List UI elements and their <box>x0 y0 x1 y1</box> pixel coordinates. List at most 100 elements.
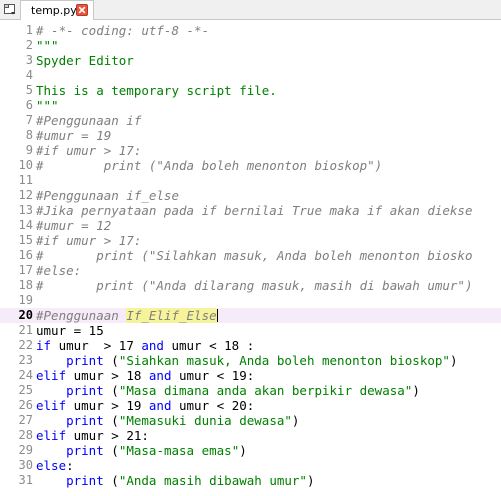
code-token-comment: #Penggunaan if <box>36 113 142 128</box>
code-line[interactable]: 17 #else: <box>0 263 501 278</box>
code-line[interactable]: 5 This is a temporary script file. <box>0 83 501 98</box>
code-line[interactable]: 25 print ("Masa dimana anda akan berpiki… <box>0 383 501 398</box>
text-cursor <box>216 309 218 322</box>
code-line[interactable]: 21 umur = 15 <box>0 323 501 338</box>
code-token-keyword: print <box>66 473 104 488</box>
code-token-plain: ( <box>103 383 119 398</box>
code-line[interactable]: 29 print ("Masa-masa emas") <box>0 443 501 458</box>
code-line[interactable]: 28 elif umur > 21: <box>0 428 501 443</box>
code-text: elif umur > 21: <box>36 428 149 443</box>
code-token-plain: ) <box>449 353 458 368</box>
code-line[interactable]: 26 elif umur > 19 and umur < 20: <box>0 398 501 413</box>
code-text: #umur = 12 <box>36 218 111 233</box>
code-line[interactable]: 19 <box>0 293 501 308</box>
line-number: 1 <box>25 23 33 37</box>
code-token-plain: umur < 20: <box>171 398 255 413</box>
line-number: 10 <box>18 158 33 172</box>
line-number: 28 <box>18 428 33 442</box>
code-line[interactable]: 30 else: <box>0 458 501 473</box>
code-token-keyword: print <box>66 413 104 428</box>
code-token-keyword: and <box>148 368 172 383</box>
code-line[interactable]: 18 # print ("Anda dilarang masuk, masih d… <box>0 278 501 293</box>
code-line[interactable]: 31 print ("Anda masih dibawah umur") <box>0 473 501 488</box>
code-token-plain: : <box>66 458 74 473</box>
line-number: 26 <box>18 398 33 412</box>
line-number: 24 <box>18 368 33 382</box>
line-number: 21 <box>18 323 33 337</box>
line-number: 30 <box>18 458 33 472</box>
code-token-comment: #else: <box>36 263 82 278</box>
code-token-plain: umur > 19 <box>66 398 149 413</box>
code-text: # print ("Silahkan masuk, Anda boleh men… <box>36 248 473 263</box>
code-token-keyword: elif <box>36 398 67 413</box>
code-token-keyword: and <box>141 338 164 353</box>
code-token-keyword: else <box>36 458 67 473</box>
code-line[interactable]: 20 #Penggunaan If_Elif_Else <box>0 308 501 323</box>
line-number: 5 <box>25 83 33 97</box>
code-text: print ("Masa dimana anda akan berpikir d… <box>36 383 420 398</box>
line-number: 15 <box>18 233 33 247</box>
code-token-keyword: print <box>66 383 104 398</box>
code-token-string: This is a temporary script file. <box>36 83 277 98</box>
code-text: #Jika pernyataan pada if bernilai True m… <box>36 203 473 218</box>
line-number: 31 <box>18 473 33 487</box>
code-token-comment: # print ("Anda dilarang masuk, masih di … <box>36 278 473 293</box>
code-line[interactable]: 13 #Jika pernyataan pada if bernilai True… <box>0 203 501 218</box>
code-line[interactable]: 4 <box>0 68 501 83</box>
code-text: Spyder Editor <box>36 53 134 68</box>
browse-tabs-icon[interactable] <box>0 0 20 19</box>
code-token-string: """ <box>36 38 59 53</box>
code-text: #Penggunaan if <box>36 113 141 128</box>
code-line[interactable]: 24 elif umur > 18 and umur < 19: <box>0 368 501 383</box>
code-line[interactable]: 14 #umur = 12 <box>0 218 501 233</box>
code-line[interactable]: 2 """ <box>0 38 501 53</box>
tab-filename: temp.py <box>31 4 77 17</box>
code-text: """ <box>36 98 59 113</box>
code-line[interactable]: 7 #Penggunaan if <box>0 113 501 128</box>
code-text: # print ("Anda boleh menonton bioskop") <box>36 158 382 173</box>
code-line[interactable]: 12 #Penggunaan if_else <box>0 188 501 203</box>
close-tab-icon[interactable] <box>76 4 88 16</box>
code-text: #else: <box>36 263 81 278</box>
code-text: #Penggunaan if_else <box>36 188 179 203</box>
code-text: # -*- coding: utf-8 -*- <box>36 23 209 38</box>
code-area[interactable]: 1 # -*- coding: utf-8 -*- 2 """ 3 Spyder Edit… <box>0 23 501 488</box>
code-token-string: "Siahkan masuk, Anda boleh menonton bios… <box>118 353 450 368</box>
line-number: 11 <box>18 173 33 187</box>
line-number: 18 <box>18 278 33 292</box>
code-text: elif umur > 18 and umur < 19: <box>36 368 254 383</box>
code-text: This is a temporary script file. <box>36 83 277 98</box>
code-line[interactable]: 8 #umur = 19 <box>0 128 501 143</box>
code-line[interactable]: 27 print ("Memasuki dunia dewasa") <box>0 413 501 428</box>
code-line[interactable]: 23 print ("Siahkan masuk, Anda boleh men… <box>0 353 501 368</box>
line-number: 7 <box>25 113 33 127</box>
code-token-comment: #Penggunaan <box>36 308 127 323</box>
code-token-plain: ) <box>412 383 420 398</box>
code-line[interactable]: 22 if umur > 17 and umur < 18 : <box>0 338 501 353</box>
code-line[interactable]: 11 <box>0 173 501 188</box>
code-line[interactable]: 6 """ <box>0 98 501 113</box>
code-token-string: "Masa-masa emas" <box>118 443 240 458</box>
line-number: 23 <box>18 353 33 367</box>
code-token-comment: # -*- coding: utf-8 -*- <box>36 23 210 38</box>
code-token-string: "Memasuki dunia dewasa" <box>118 413 292 428</box>
tab-temp-py[interactable]: temp.py <box>20 0 94 20</box>
code-text: print ("Siahkan masuk, Anda boleh menont… <box>36 353 457 368</box>
code-text: #if umur > 17: <box>36 233 141 248</box>
code-token-plain: ( <box>103 353 119 368</box>
line-number: 13 <box>18 203 33 217</box>
line-number: 6 <box>25 98 33 112</box>
code-token-comment: #Jika pernyataan pada if bernilai True m… <box>36 203 473 218</box>
code-line[interactable]: 15 #if umur > 17: <box>0 233 501 248</box>
code-editor[interactable]: 1 # -*- coding: utf-8 -*- 2 """ 3 Spyder Edit… <box>0 20 501 496</box>
code-token-plain: ) <box>291 413 300 428</box>
code-token-string: Spyder Editor <box>36 53 134 68</box>
line-number: 16 <box>18 248 33 262</box>
code-line[interactable]: 1 # -*- coding: utf-8 -*- <box>0 23 501 38</box>
code-line[interactable]: 3 Spyder Editor <box>0 53 501 68</box>
code-line[interactable]: 9 #if umur > 17: <box>0 143 501 158</box>
code-text: print ("Masa-masa emas") <box>36 443 247 458</box>
code-line[interactable]: 16 # print ("Silahkan masuk, Anda boleh m… <box>0 248 501 263</box>
code-line[interactable]: 10 # print ("Anda boleh menonton bioskop"… <box>0 158 501 173</box>
